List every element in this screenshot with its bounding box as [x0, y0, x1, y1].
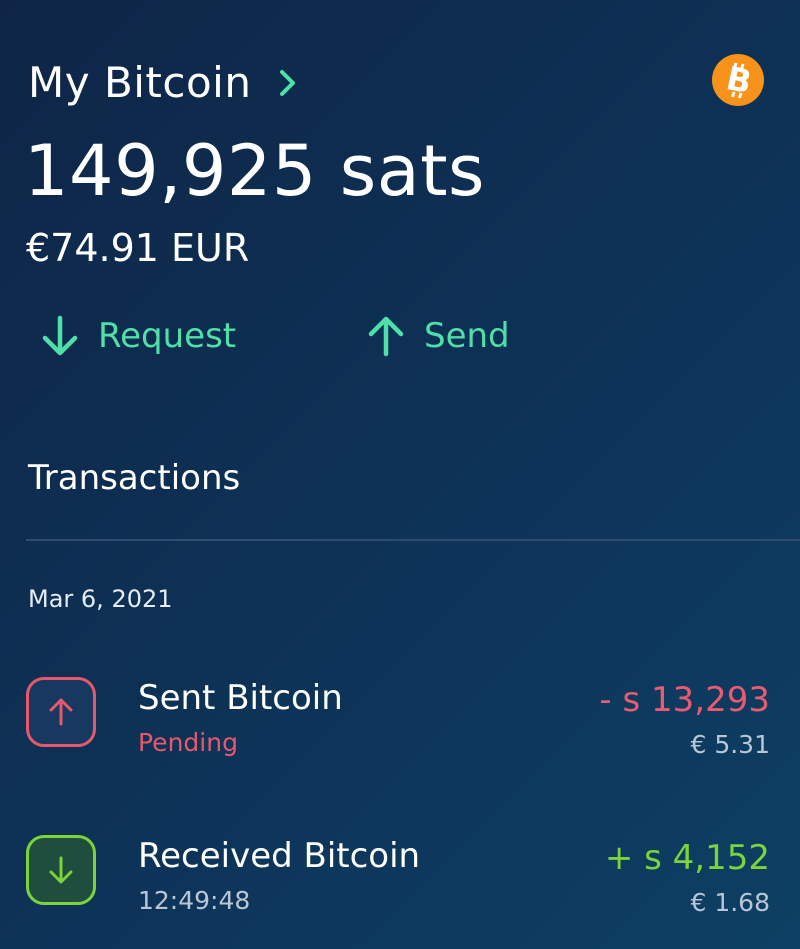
transaction-title: Sent Bitcoin [138, 678, 343, 718]
wallet-title: My Bitcoin [28, 58, 252, 107]
transaction-amount: - s 13,293 [599, 680, 770, 720]
arrow-up-icon [368, 316, 404, 357]
transaction-row-sent[interactable]: Sent Bitcoin Pending - s 13,293 € 5.31 [0, 676, 800, 766]
divider [26, 539, 800, 541]
transaction-status: Pending [138, 728, 238, 757]
transaction-fiat: € 5.31 [690, 730, 770, 759]
transaction-fiat: € 1.68 [690, 888, 770, 917]
transaction-title: Received Bitcoin [138, 836, 421, 876]
balance-sats: 149,925 sats [24, 130, 485, 212]
send-button[interactable]: Send [366, 314, 510, 358]
arrow-down-icon [49, 856, 73, 884]
request-label: Request [98, 316, 237, 356]
received-status-icon [26, 835, 96, 905]
bitcoin-logo-icon: B [712, 54, 764, 106]
transaction-time: 12:49:48 [138, 886, 251, 915]
sent-status-icon [26, 677, 96, 747]
balance-fiat: €74.91 EUR [26, 226, 250, 270]
chevron-right-icon[interactable] [273, 68, 303, 98]
transactions-heading: Transactions [28, 458, 241, 498]
transaction-row-received[interactable]: Received Bitcoin 12:49:48 + s 4,152 € 1.… [0, 834, 800, 924]
transaction-amount: + s 4,152 [604, 838, 770, 878]
wallet-header[interactable]: My Bitcoin [28, 58, 303, 107]
arrow-up-icon [49, 698, 73, 726]
arrow-down-icon [42, 315, 78, 356]
send-label: Send [424, 316, 510, 356]
request-button[interactable]: Request [40, 314, 236, 358]
transaction-date: Mar 6, 2021 [28, 585, 173, 613]
